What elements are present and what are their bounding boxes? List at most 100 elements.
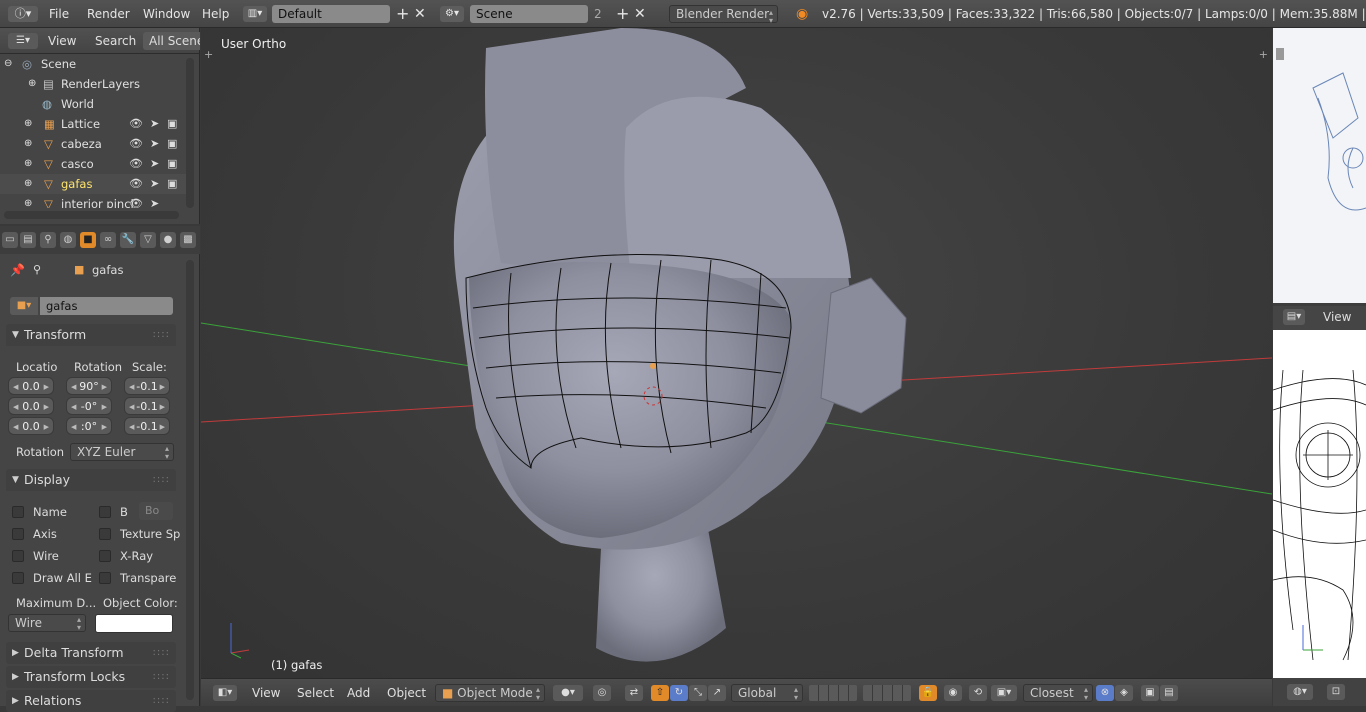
rotation-y-field[interactable]: ◀ -0° ▶ — [66, 397, 112, 415]
outliner-row-world[interactable]: ◍ World — [0, 94, 186, 114]
expand-icon[interactable]: ⊕ — [28, 74, 36, 94]
object-color-swatch[interactable] — [95, 614, 173, 633]
render-camera-icon[interactable]: ▣ — [167, 134, 177, 154]
outliner-row-gafas[interactable]: ⊕ ▽ gafas 👁 ➤ ▣ — [0, 174, 186, 194]
screen-layout-icon[interactable]: ▥▾ — [243, 6, 267, 22]
visibility-eye-icon[interactable]: 👁 — [129, 194, 143, 208]
expand-icon[interactable]: ⊕ — [24, 154, 32, 174]
rotate-manipulator-icon[interactable]: ↻ — [670, 685, 688, 701]
render-animation-icon[interactable]: ▤ — [1160, 685, 1178, 701]
render-camera-icon[interactable]: ▣ — [167, 174, 177, 194]
select-cursor-icon[interactable]: ➤ — [150, 154, 159, 174]
scale-x-field[interactable]: ◀ -0.1 ▶ — [124, 377, 170, 395]
outliner-view-menu[interactable]: View — [48, 28, 76, 54]
rotation-x-field[interactable]: ◀ 90° ▶ — [66, 377, 112, 395]
visibility-eye-icon[interactable]: 👁 — [129, 154, 143, 174]
location-y-field[interactable]: ◀ 0.0 ▶ — [8, 397, 54, 415]
render-tab-icon[interactable]: ▭ — [2, 232, 18, 248]
material-tab-icon[interactable]: ● — [160, 232, 176, 248]
render-engine-select[interactable]: Blender Render ▴ ▾ — [669, 5, 778, 25]
outliner-row-cabeza[interactable]: ⊕ ▽ cabeza 👁 ➤ ▣ — [0, 134, 186, 154]
outliner-row-lattice[interactable]: ⊕ ▦ Lattice 👁 ➤ ▣ — [0, 114, 186, 134]
transparency-checkbox[interactable] — [99, 572, 111, 584]
close-scene-icon[interactable]: ✕ — [634, 0, 646, 28]
close-screen-icon[interactable]: ✕ — [414, 0, 426, 28]
rotation-z-field[interactable]: ◀:0° ▶ — [66, 417, 112, 435]
texture-tab-icon[interactable]: ▩ — [180, 232, 196, 248]
world-tab-icon[interactable]: ◍ — [60, 232, 76, 248]
relations-panel-header[interactable]: ▶ Relations :::: — [6, 690, 176, 712]
outliner-row-scene[interactable]: ⊖ ◎ Scene — [0, 54, 186, 74]
render-layers-tab-icon[interactable]: ▤ — [20, 232, 36, 248]
panel-corner-handle[interactable] — [1276, 48, 1284, 60]
outliner-row-interior[interactable]: ⊕ ▽ interior pincl 👁 ➤ — [0, 194, 186, 208]
draw-all-edges-checkbox[interactable] — [12, 572, 24, 584]
visibility-eye-icon[interactable]: 👁 — [129, 134, 143, 154]
object-name-field[interactable]: gafas — [40, 297, 173, 315]
outliner-editor-type-icon[interactable]: ☰▾ — [8, 33, 38, 49]
info-editor-type-button[interactable]: ⓘ▾ — [8, 6, 38, 22]
collapse-icon[interactable]: ⊖ — [4, 54, 12, 74]
scene-layers-grid-2[interactable] — [863, 685, 911, 701]
image-editor-view-menu[interactable]: View — [1323, 310, 1351, 324]
drag-grip-icon[interactable]: :::: — [153, 469, 170, 491]
name-checkbox[interactable] — [12, 506, 24, 518]
transform-panel-header[interactable]: ▼ Transform :::: — [6, 324, 176, 346]
select-cursor-icon[interactable]: ➤ — [150, 174, 159, 194]
location-z-field[interactable]: ◀ 0.0 ▶ — [8, 417, 54, 435]
outliner-row-casco[interactable]: ⊕ ▽ casco 👁 ➤ ▣ — [0, 154, 186, 174]
falloff-icon[interactable]: ⟲ — [969, 685, 987, 701]
location-x-field[interactable]: ◀ 0.0 ▶ — [8, 377, 54, 395]
snap-align-icon[interactable]: ⊗ — [1096, 685, 1114, 701]
scene-tab-icon[interactable]: ⚲ — [40, 232, 56, 248]
modifiers-tab-icon[interactable]: 🔧 — [120, 232, 136, 248]
expand-icon[interactable]: ⊕ — [24, 174, 32, 194]
render-camera-icon[interactable]: ▣ — [167, 114, 177, 134]
snap-project-icon[interactable]: ◈ — [1115, 685, 1133, 701]
pin-icon[interactable]: 📌 — [10, 263, 25, 277]
visibility-eye-icon[interactable]: 👁 — [129, 114, 143, 134]
viewport-menu-add[interactable]: Add — [347, 679, 370, 707]
object-browse-icon[interactable]: ■▾ — [10, 297, 38, 315]
drag-grip-icon[interactable]: :::: — [153, 690, 170, 712]
transform-locks-panel-header[interactable]: ▶ Transform Locks :::: — [6, 666, 176, 688]
image-editor-view-icon[interactable]: ◍▾ — [1287, 684, 1313, 700]
render-camera-icon[interactable]: ▣ — [167, 154, 177, 174]
outliner-h-scrollbar[interactable] — [4, 211, 179, 219]
scene-icon[interactable]: ⚙▾ — [440, 6, 464, 22]
add-scene-icon[interactable]: + — [616, 0, 629, 28]
outliner-row-renderlayers[interactable]: ⊕ ▤ RenderLayers — [0, 74, 186, 94]
viewport-menu-view[interactable]: View — [252, 679, 280, 707]
render-opengl-icon[interactable]: ▣ — [1141, 685, 1159, 701]
select-cursor-icon[interactable]: ➤ — [150, 134, 159, 154]
scene-layers-grid[interactable] — [809, 685, 857, 701]
viewport-shading-icon[interactable]: ●▾ — [553, 685, 583, 701]
drag-grip-icon[interactable]: :::: — [153, 642, 170, 664]
display-panel-header[interactable]: ▼ Display :::: — [6, 469, 176, 491]
bounds-type-select[interactable]: Bo — [139, 502, 173, 520]
texture-space-checkbox[interactable] — [99, 528, 111, 540]
scale-manipulator-icon[interactable]: ⤡ — [689, 685, 707, 701]
scale-z-field[interactable]: ◀ -0.1 ▶ — [124, 417, 170, 435]
transform-orientation-select[interactable]: Global ▴ ▾ — [731, 684, 803, 702]
image-editor-zoom-icon[interactable]: ⊡ — [1327, 684, 1345, 700]
scene-name-field[interactable]: Scene — [470, 5, 588, 23]
menu-window[interactable]: Window — [136, 0, 197, 28]
add-screen-icon[interactable]: + — [396, 0, 409, 28]
max-draw-type-select[interactable]: Wire ▴ ▾ — [8, 614, 86, 632]
mode-select[interactable]: ■ Object Mode ▴ ▾ — [435, 684, 545, 702]
axis-checkbox[interactable] — [12, 528, 24, 540]
menu-file[interactable]: File — [42, 0, 76, 28]
snap-target-select[interactable]: Closest ▴ ▾ — [1023, 684, 1093, 702]
expand-icon[interactable]: ⊕ — [24, 114, 32, 134]
properties-scrollbar[interactable] — [186, 260, 194, 700]
xray-checkbox[interactable] — [99, 550, 111, 562]
constraints-tab-icon[interactable]: ∞ — [100, 232, 116, 248]
pivot-point-icon[interactable]: ◎ — [593, 685, 611, 701]
drag-grip-icon[interactable]: :::: — [153, 324, 170, 346]
snap-element-icon[interactable]: ▣▾ — [991, 685, 1017, 701]
proportional-edit-icon[interactable]: ◉ — [944, 685, 962, 701]
outliner-filter-select[interactable]: All Scenes — [143, 32, 200, 50]
viewport-menu-select[interactable]: Select — [297, 679, 334, 707]
delta-transform-panel-header[interactable]: ▶ Delta Transform :::: — [6, 642, 176, 664]
